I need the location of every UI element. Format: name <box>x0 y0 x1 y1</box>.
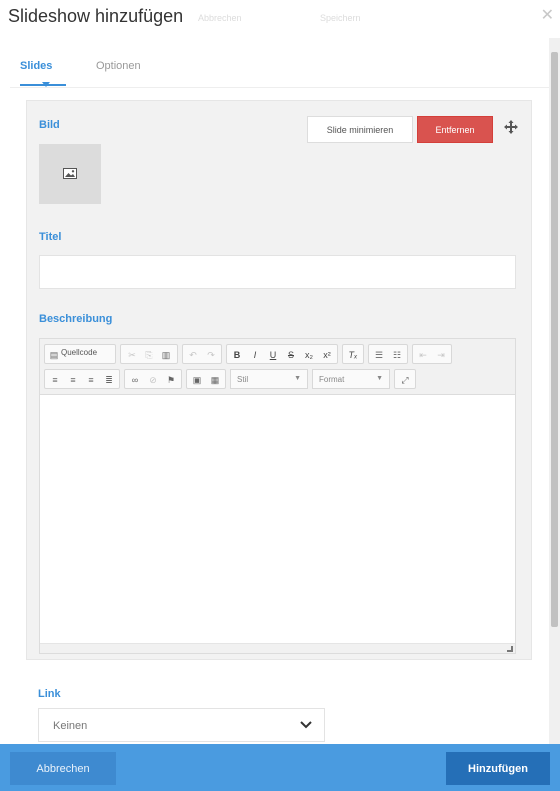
move-icon[interactable] <box>503 119 519 135</box>
cancel-button[interactable]: Abbrechen <box>10 752 116 785</box>
link-group: ∞ ⊘ ⚑ <box>124 369 182 389</box>
image-icon <box>63 168 77 179</box>
list-group: ☰ ☷ <box>368 344 408 364</box>
tab-bar: Slides Optionen <box>10 40 550 88</box>
link-select-value: Keinen <box>53 720 88 732</box>
strikethrough-icon[interactable]: S <box>283 347 299 363</box>
source-button[interactable]: ▤ Quellcode <box>44 344 116 364</box>
maximize-icon[interactable]: ⤢ <box>397 372 413 388</box>
dialog-footer: Abbrechen Hinzufügen <box>0 744 560 791</box>
rich-text-editor: ▤ Quellcode ✂ ⎘ ▥ ↶ ↷ B I U S x₂ x² Tₓ ☰… <box>39 338 516 654</box>
basic-styles-group: B I U S x₂ x² <box>226 344 338 364</box>
insert-group: ▣ ▦ <box>186 369 226 389</box>
style-combo[interactable]: Stil ▼ <box>230 369 308 389</box>
dialog-header: Slideshow hinzufügen Abbrechen Speichern… <box>0 0 560 38</box>
align-group: ≡ ≡ ≡ ≣ <box>44 369 120 389</box>
link-icon[interactable]: ∞ <box>127 372 143 388</box>
indent-icon[interactable]: ⇥ <box>433 347 449 363</box>
remove-format-group: Tₓ <box>342 344 364 364</box>
clipboard-group: ✂ ⎘ ▥ <box>120 344 178 364</box>
anchor-icon[interactable]: ⚑ <box>163 372 179 388</box>
undo-icon[interactable]: ↶ <box>185 347 201 363</box>
link-label: Link <box>38 688 61 700</box>
chevron-down-icon: ▼ <box>294 375 301 382</box>
link-select[interactable]: Keinen <box>38 708 325 742</box>
tab-slides[interactable]: Slides <box>20 60 52 72</box>
paste-icon[interactable]: ▥ <box>158 347 174 363</box>
redo-icon[interactable]: ↷ <box>203 347 219 363</box>
indent-group: ⇤ ⇥ <box>412 344 452 364</box>
minimize-slide-button[interactable]: Slide minimieren <box>307 116 413 143</box>
resize-handle-icon[interactable] <box>507 646 513 652</box>
image-label: Bild <box>39 119 60 131</box>
editor-statusbar <box>40 643 515 653</box>
chevron-down-icon: ▼ <box>376 375 383 382</box>
title-label: Titel <box>39 231 62 243</box>
editor-toolbar: ▤ Quellcode ✂ ⎘ ▥ ↶ ↷ B I U S x₂ x² Tₓ ☰… <box>40 339 515 395</box>
copy-icon[interactable]: ⎘ <box>141 347 157 363</box>
format-combo[interactable]: Format ▼ <box>312 369 390 389</box>
outdent-icon[interactable]: ⇤ <box>415 347 431 363</box>
justify-icon[interactable]: ≣ <box>101 372 117 388</box>
subscript-icon[interactable]: x₂ <box>301 347 317 363</box>
italic-icon[interactable]: I <box>247 347 263 363</box>
bold-icon[interactable]: B <box>229 347 245 363</box>
history-group: ↶ ↷ <box>182 344 222 364</box>
tab-optionen[interactable]: Optionen <box>96 60 141 72</box>
underline-icon[interactable]: U <box>265 347 281 363</box>
format-combo-label: Format <box>319 375 345 384</box>
slide-panel: Bild Slide minimieren Entfernen Titel Be… <box>26 100 532 660</box>
style-combo-label: Stil <box>237 375 249 384</box>
image-icon[interactable]: ▣ <box>189 372 205 388</box>
remove-format-icon[interactable]: Tₓ <box>345 347 361 363</box>
remove-slide-button[interactable]: Entfernen <box>417 116 493 143</box>
dialog-title: Slideshow hinzufügen <box>8 6 184 26</box>
close-icon[interactable]: ✕ <box>541 8 554 24</box>
editor-content-area[interactable] <box>40 396 515 644</box>
image-picker[interactable] <box>39 144 101 204</box>
chevron-down-icon <box>300 721 312 729</box>
align-right-icon[interactable]: ≡ <box>83 372 99 388</box>
align-center-icon[interactable]: ≡ <box>65 372 81 388</box>
dialog-body: Bild Slide minimieren Entfernen Titel Be… <box>0 92 560 744</box>
collapse-caret-icon[interactable] <box>42 82 50 87</box>
unlink-icon[interactable]: ⊘ <box>145 372 161 388</box>
align-left-icon[interactable]: ≡ <box>47 372 63 388</box>
superscript-icon[interactable]: x² <box>319 347 335 363</box>
numbered-list-icon[interactable]: ☰ <box>371 347 387 363</box>
bullet-list-icon[interactable]: ☷ <box>389 347 405 363</box>
ghost-tab-label: Speichern <box>320 13 361 23</box>
source-label: Quellcode <box>61 348 98 357</box>
description-label: Beschreibung <box>39 313 113 325</box>
cut-icon[interactable]: ✂ <box>124 347 140 363</box>
title-input[interactable] <box>39 255 516 289</box>
maximize-group: ⤢ <box>394 369 416 389</box>
source-icon: ▤ <box>49 350 59 360</box>
ghost-tab-label: Abbrechen <box>198 13 242 23</box>
table-icon[interactable]: ▦ <box>207 372 223 388</box>
add-button[interactable]: Hinzufügen <box>446 752 550 785</box>
scrollbar-thumb[interactable] <box>551 52 558 627</box>
